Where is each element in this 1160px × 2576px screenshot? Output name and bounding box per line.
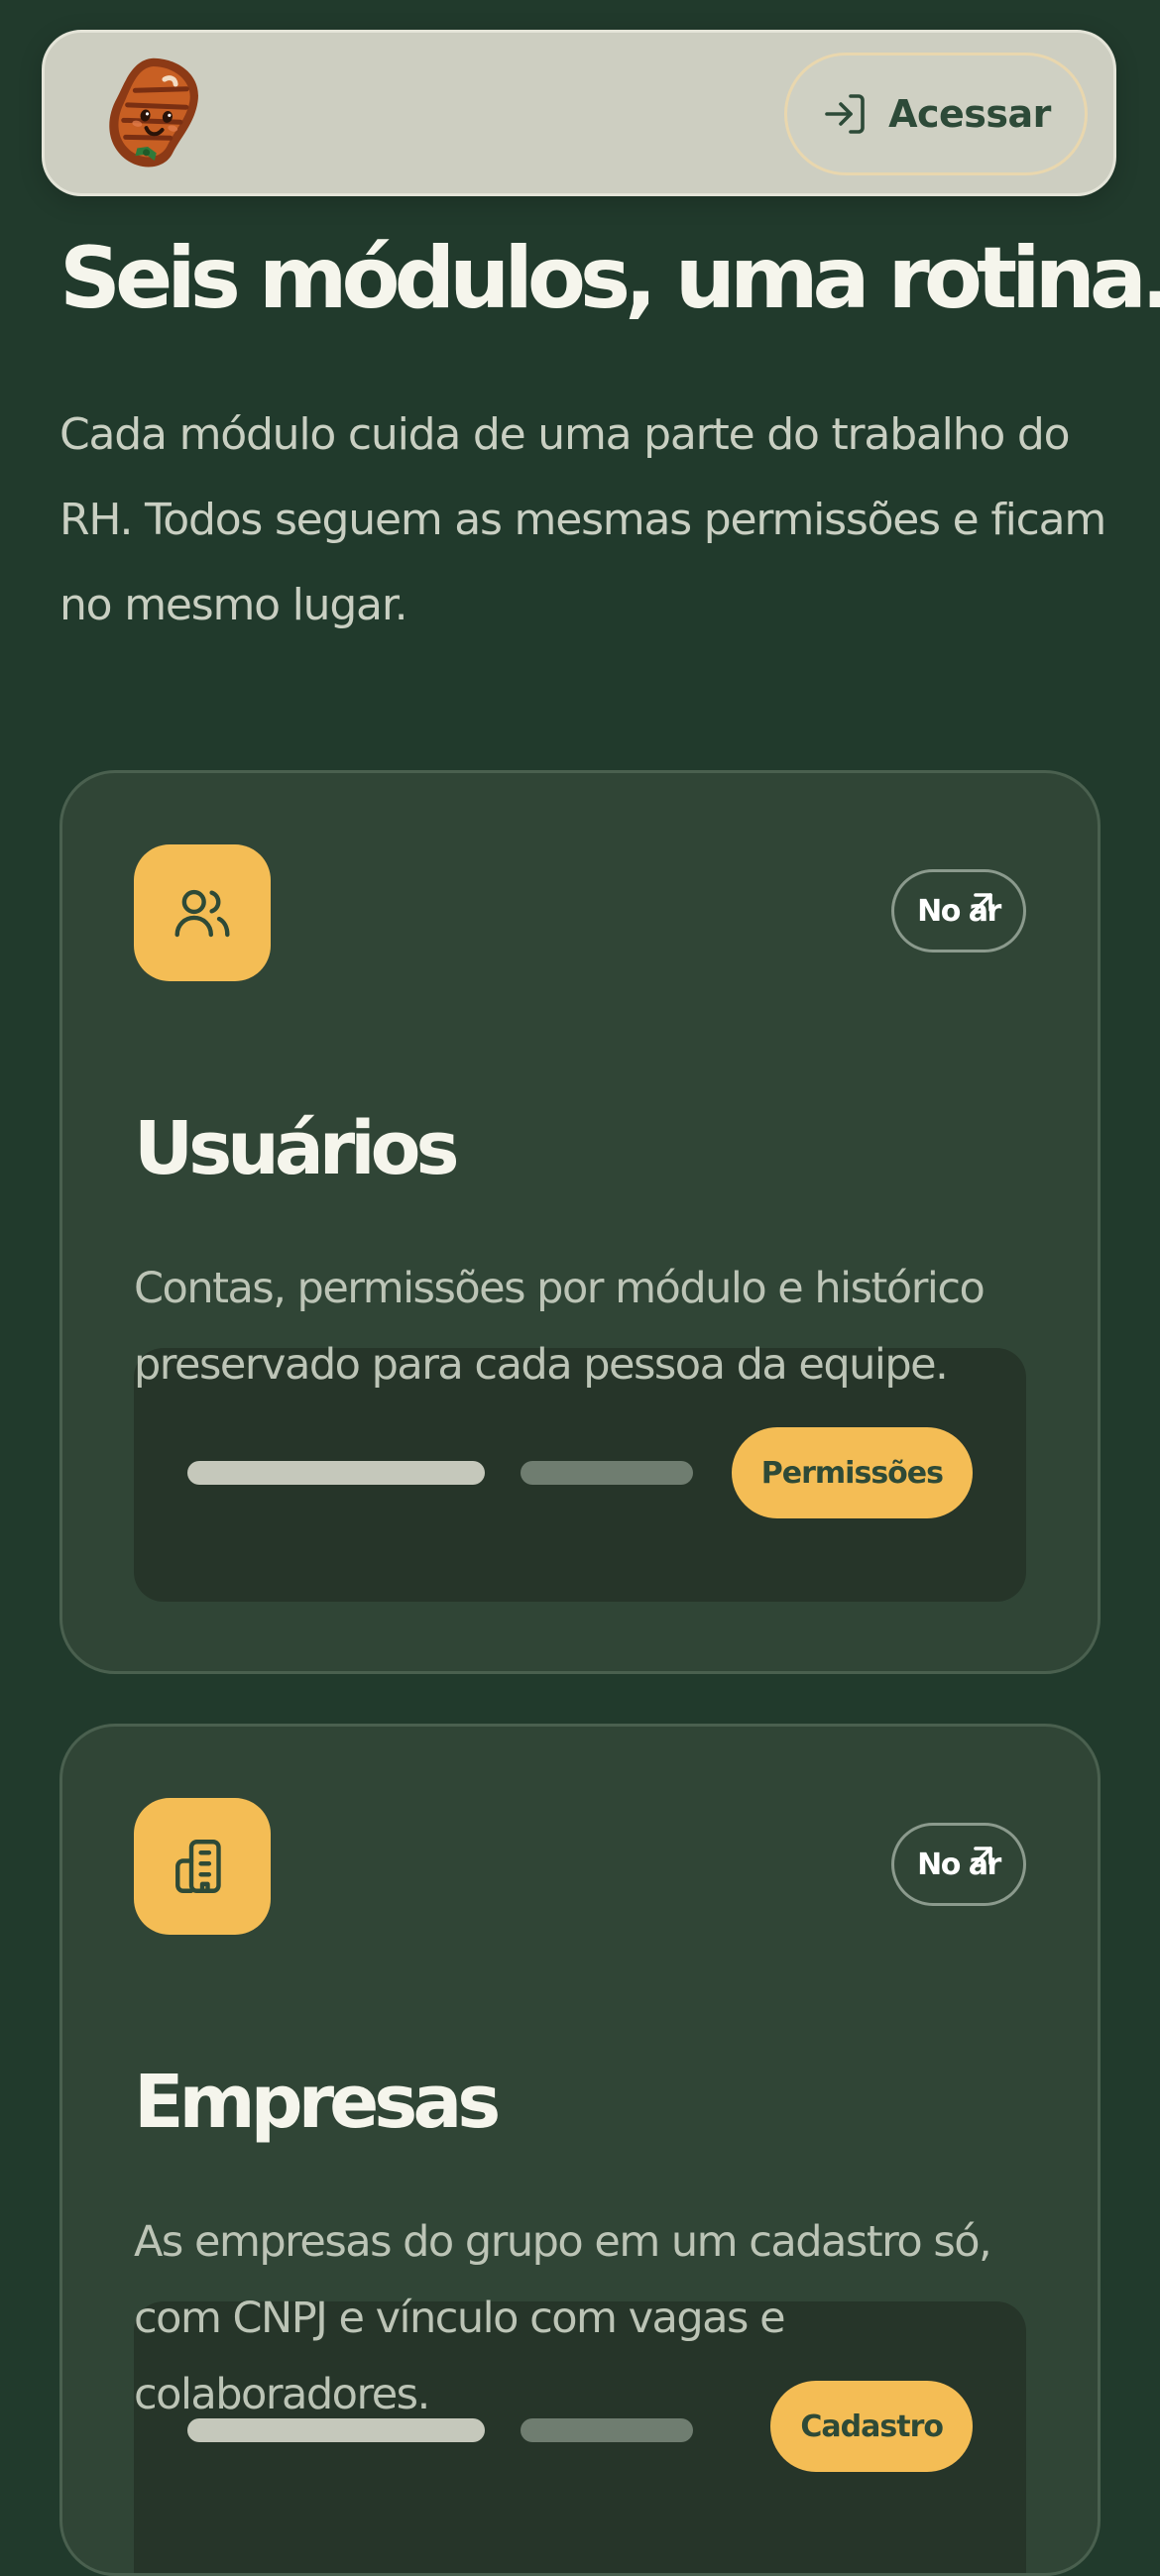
module-title: Usuários (134, 1106, 459, 1191)
module-card-usuarios[interactable]: No ar Usuários Contas, permissões por mó… (59, 770, 1101, 1674)
status-badge[interactable]: No ar (891, 1823, 1026, 1906)
sign-in-icon (821, 90, 869, 138)
page-description: Cada módulo cuida de uma parte do trabal… (59, 409, 1106, 630)
top-navigation-bar: Acessar (42, 30, 1116, 196)
module-card-empresas[interactable]: No ar Empresas As empresas do grupo em u… (59, 1724, 1101, 2576)
status-badge[interactable]: No ar (891, 869, 1026, 952)
permissions-button[interactable]: Permissões (731, 1427, 973, 1518)
preview-placeholder-bar (521, 1461, 693, 1485)
steak-mascot-logo-icon[interactable] (96, 53, 215, 177)
permissions-button-label: Permissões (760, 1455, 944, 1491)
module-title: Empresas (134, 2060, 501, 2145)
page-title: Seis módulos, uma rotina. (59, 229, 1160, 328)
module-description: Contas, permissões por módulo e históric… (134, 1264, 986, 1390)
login-button-label: Acessar (888, 92, 1051, 136)
building-icon (134, 1798, 271, 1935)
login-button[interactable]: Acessar (784, 53, 1088, 175)
module-description: As empresas do grupo em um cadastro só, … (134, 2217, 992, 2419)
users-icon (134, 844, 271, 981)
preview-placeholder-bar (187, 1461, 485, 1485)
